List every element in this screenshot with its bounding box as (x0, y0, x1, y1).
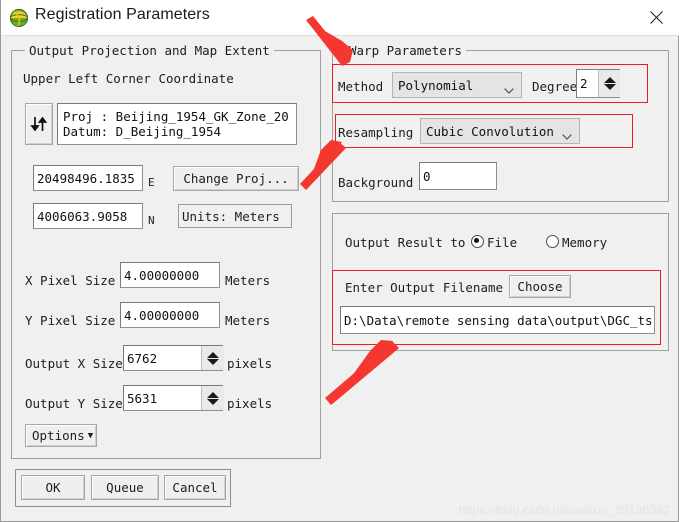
cancel-button[interactable]: Cancel (164, 475, 226, 500)
method-value: Polynomial (398, 77, 474, 93)
chevron-down-icon (562, 128, 572, 140)
method-select[interactable]: Polynomial (392, 72, 522, 98)
enter-output-filename-label: Enter Output Filename (345, 280, 504, 295)
resampling-value: Cubic Convolution (426, 123, 554, 139)
projection-line: Proj : Beijing_1954_GK_Zone_20 (63, 109, 289, 124)
output-y-size-label: Output Y Size (25, 396, 123, 411)
title-bar: Registration Parameters (1, 0, 679, 36)
background-input[interactable]: 0 (419, 162, 497, 190)
output-projection-legend: Output Projection and Map Extent (25, 43, 274, 58)
output-y-size-units: pixels (227, 396, 273, 411)
resampling-label: Resampling (338, 125, 414, 140)
radio-output-file[interactable] (471, 235, 484, 248)
degree-label: Degree (532, 79, 578, 94)
x-pixel-size-units: Meters (225, 273, 271, 288)
swap-arrows-icon[interactable] (25, 103, 53, 145)
queue-button[interactable]: Queue (91, 475, 159, 500)
ok-button[interactable]: OK (21, 475, 85, 500)
output-result-to-label: Output Result to (345, 235, 466, 250)
northing-suffix-label: N (148, 214, 155, 227)
y-pixel-size-input[interactable]: 4.00000000 (120, 302, 220, 328)
options-label: Options (32, 428, 85, 443)
northing-input[interactable]: 4006063.9058 (33, 203, 143, 229)
radio-output-memory-label: Memory (562, 235, 608, 250)
output-x-size-units: pixels (227, 356, 273, 371)
y-pixel-size-units: Meters (225, 313, 271, 328)
datum-line: Datum: D_Beijing_1954 (63, 124, 222, 139)
easting-suffix-label: E (148, 176, 155, 189)
projection-info-box: Proj : Beijing_1954_GK_Zone_20 Datum: D_… (57, 103, 297, 145)
method-label: Method (338, 79, 384, 94)
output-y-size-stepper[interactable] (201, 386, 224, 410)
background-label: Background (338, 175, 414, 190)
envi-globe-icon (9, 8, 29, 28)
page-title: Registration Parameters (35, 6, 210, 23)
y-pixel-size-label: Y Pixel Size (25, 313, 116, 328)
change-proj-button[interactable]: Change Proj... (173, 166, 299, 191)
options-button[interactable]: Options ▼ (25, 424, 97, 447)
output-filename-input[interactable]: D:\Data\remote sensing data\output\DGC_t… (340, 306, 655, 334)
chevron-down-icon: ▼ (87, 430, 94, 441)
resampling-select[interactable]: Cubic Convolution (420, 118, 580, 144)
warp-parameters-legend: Warp Parameters (345, 43, 466, 58)
x-pixel-size-input[interactable]: 4.00000000 (120, 262, 220, 288)
chevron-down-icon (504, 82, 514, 94)
easting-input[interactable]: 20498496.1835 (33, 165, 143, 191)
x-pixel-size-label: X Pixel Size (25, 273, 116, 288)
output-x-size-stepper[interactable] (201, 346, 224, 370)
upper-left-corner-label: Upper Left Corner Coordinate (23, 71, 234, 86)
radio-output-file-label: File (487, 235, 518, 250)
choose-button[interactable]: Choose (509, 275, 571, 298)
close-icon[interactable] (633, 0, 679, 35)
output-x-size-label: Output X Size (25, 356, 123, 371)
watermark-text: https://blog.csdn.net/weixin_39190382 (458, 503, 670, 517)
radio-output-memory[interactable] (546, 235, 559, 248)
registration-parameters-dialog: Registration Parameters Output Projectio… (0, 0, 679, 522)
degree-stepper[interactable] (598, 70, 620, 97)
units-label: Units: Meters (178, 204, 292, 228)
